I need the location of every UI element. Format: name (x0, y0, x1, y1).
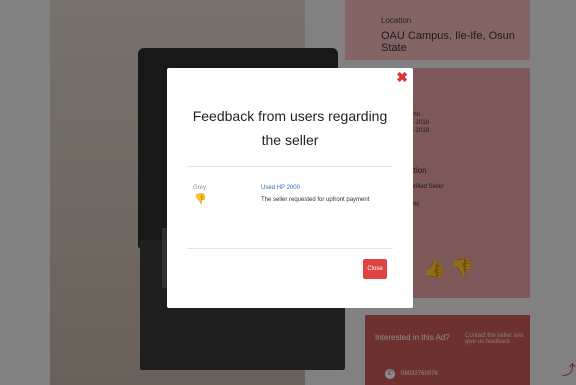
divider-bottom (187, 248, 393, 249)
feedback-message: The seller requested for upfront payment (261, 197, 370, 203)
feedback-user: Grey (193, 185, 207, 191)
close-button[interactable]: Close (363, 259, 387, 279)
modal-title: Feedback from users regarding the seller (192, 108, 388, 148)
feedback-modal: ✖ Feedback from users regarding the sell… (167, 68, 413, 308)
divider-top (187, 166, 393, 167)
feedback-item-link[interactable]: Used HP 2000 (261, 185, 300, 191)
close-icon[interactable]: ✖ (396, 69, 408, 86)
thumbs-down-icon: 👎 (194, 194, 207, 205)
